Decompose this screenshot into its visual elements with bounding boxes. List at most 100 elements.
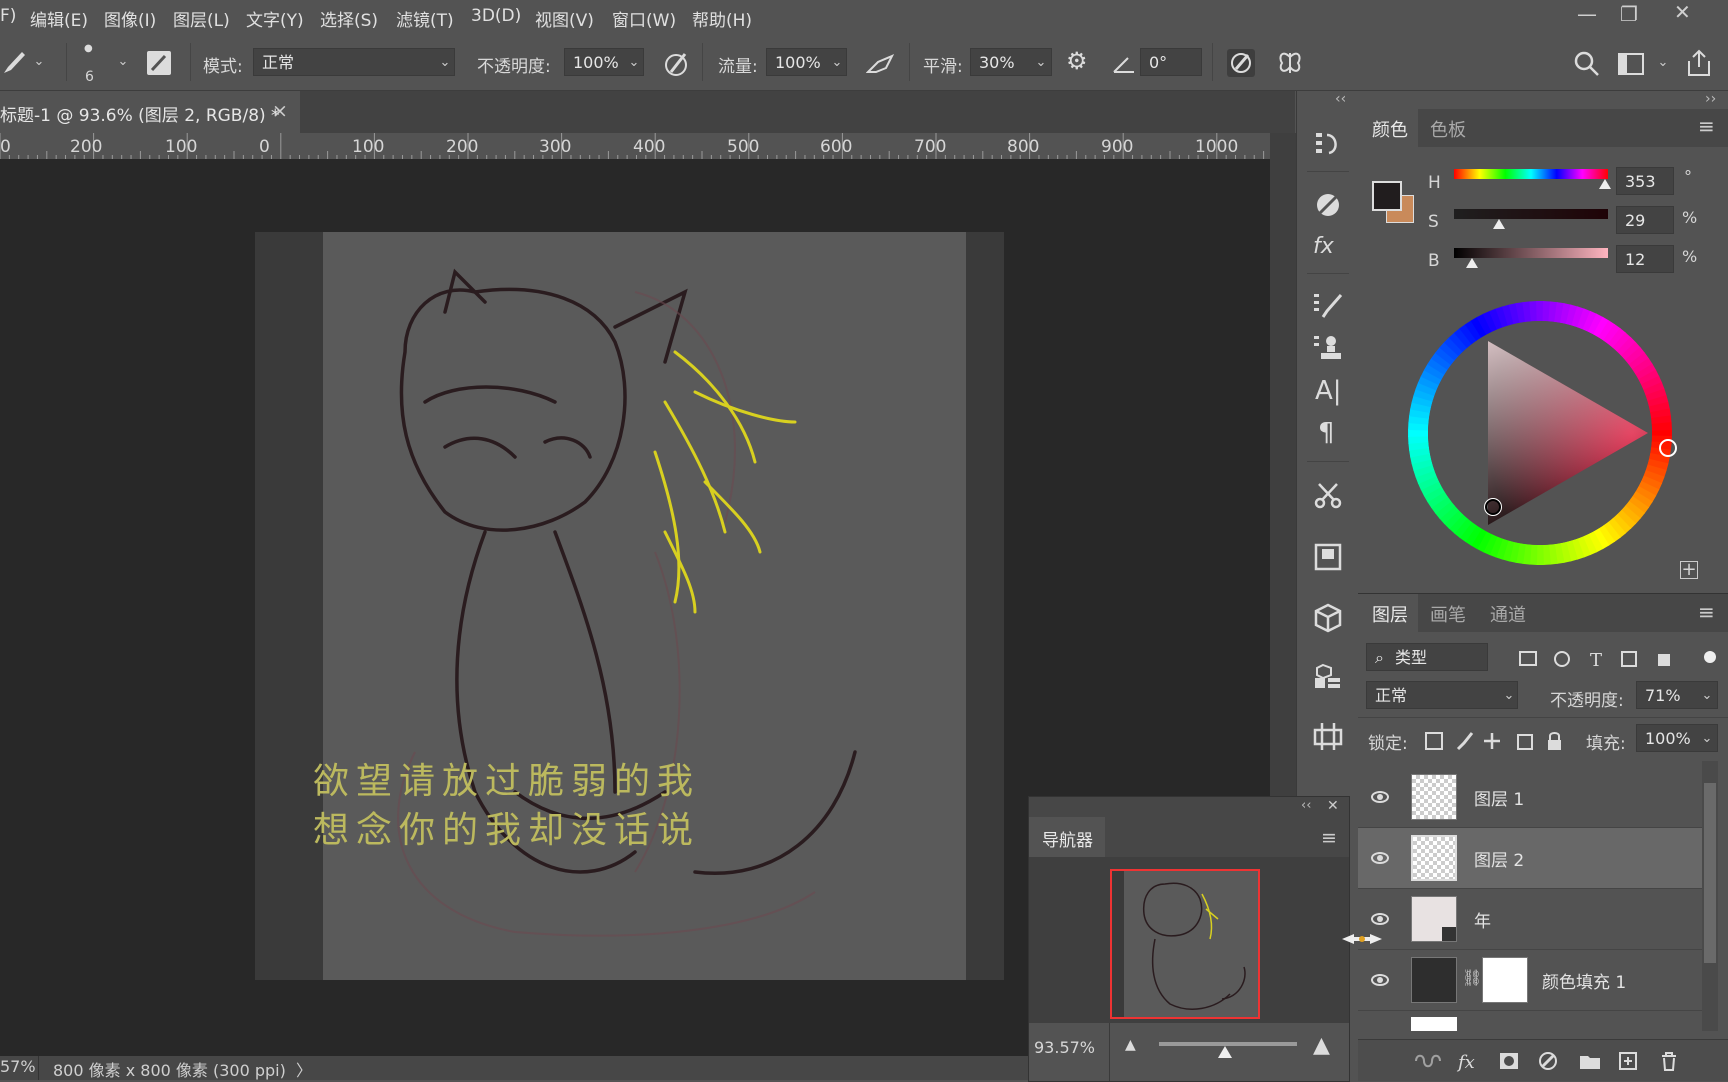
menu-window[interactable]: 窗口(W) xyxy=(612,6,676,31)
workspace-dropdown-icon[interactable]: ⌄ xyxy=(1652,49,1674,77)
menu-help[interactable]: 帮助(H) xyxy=(692,6,752,31)
layer-list-scrollbar[interactable] xyxy=(1702,761,1718,1031)
layers-panel-menu-icon[interactable]: ≡ xyxy=(1698,600,1715,624)
lock-all-icon[interactable] xyxy=(1548,740,1561,750)
menu-type[interactable]: 文字(Y) xyxy=(246,6,304,31)
color-wheel[interactable] xyxy=(1400,293,1680,573)
pressure-size-icon[interactable] xyxy=(1226,48,1256,78)
blend-mode-dropdown-icon[interactable]: ⌄ xyxy=(1498,682,1520,710)
navigator-view-box[interactable] xyxy=(1110,869,1260,1019)
paragraph-panel-icon[interactable]: ¶ xyxy=(1318,418,1335,448)
properties-panel-icon[interactable] xyxy=(1314,543,1342,571)
tool-presets-scissors-icon[interactable] xyxy=(1313,480,1343,510)
hue-slider[interactable] xyxy=(1454,169,1611,189)
navigator-zoom-thumb[interactable] xyxy=(1218,1046,1233,1058)
share-icon[interactable] xyxy=(1686,49,1712,77)
collapse-panels-icon[interactable]: ›› xyxy=(1705,91,1716,107)
layer-filter-select[interactable]: ⌕ 类型 xyxy=(1366,643,1488,671)
visibility-eye-icon[interactable] xyxy=(1371,913,1389,925)
hue-field[interactable]: 353 xyxy=(1616,167,1674,195)
fill-dropdown-icon[interactable]: ⌄ xyxy=(1696,725,1718,753)
zoom-out-mountain-icon[interactable]: ▲ xyxy=(1125,1037,1136,1053)
3d-cube-icon[interactable] xyxy=(1313,603,1343,633)
link-layers-icon[interactable] xyxy=(1415,1054,1441,1068)
restore-icon[interactable]: ❐ xyxy=(1620,2,1638,26)
layer-row-selected[interactable]: 图层 2 xyxy=(1358,828,1702,889)
color-panel-menu-icon[interactable]: ≡ xyxy=(1698,114,1715,138)
adjustments-icon[interactable] xyxy=(1314,191,1342,219)
clone-source-icon[interactable] xyxy=(1313,333,1343,363)
saturation-slider-thumb[interactable] xyxy=(1492,219,1505,229)
filter-adjustment-icon[interactable] xyxy=(1554,651,1570,667)
mode-dropdown-icon[interactable]: ⌄ xyxy=(434,49,456,77)
layer-blend-mode-select[interactable]: 正常 xyxy=(1366,681,1518,709)
menu-filter[interactable]: 滤镜(T) xyxy=(396,6,454,31)
visibility-eye-icon[interactable] xyxy=(1371,974,1389,986)
angle-field[interactable]: 0° xyxy=(1140,48,1202,76)
navigator-title[interactable]: 导航器 xyxy=(1042,826,1093,851)
layer-row[interactable]: 年 xyxy=(1358,889,1702,950)
layer-row[interactable]: 图层 1 xyxy=(1358,767,1702,828)
menu-edit[interactable]: 编辑(E) xyxy=(30,6,88,31)
tab-channels[interactable]: 通道 xyxy=(1490,601,1526,627)
airbrush-icon[interactable] xyxy=(866,52,896,76)
menu-image[interactable]: 图像(I) xyxy=(104,6,156,31)
filter-type-icon[interactable]: T xyxy=(1590,650,1602,669)
zoom-in-mountain-icon[interactable]: ▲ xyxy=(1313,1033,1330,1058)
styles-fx-icon[interactable]: fx xyxy=(1313,234,1334,259)
delete-layer-icon[interactable] xyxy=(1662,1052,1676,1071)
smoothing-settings-gear-icon[interactable]: ⚙ xyxy=(1066,47,1088,75)
visibility-eye-icon[interactable] xyxy=(1371,791,1389,803)
new-group-icon[interactable] xyxy=(1580,1056,1600,1069)
mask-link-icon[interactable]: ⛓ xyxy=(1462,968,1482,987)
lock-pixels-icon[interactable] xyxy=(1456,732,1474,751)
history-icon[interactable] xyxy=(1313,129,1343,159)
opacity-dropdown-icon[interactable]: ⌄ xyxy=(623,49,645,77)
navigator-collapse-icon[interactable]: ‹‹ xyxy=(1301,798,1311,813)
tool-preset-dropdown-icon[interactable]: ⌄ xyxy=(28,48,50,76)
menu-layer[interactable]: 图层(L) xyxy=(173,6,230,31)
saturation-slider[interactable] xyxy=(1454,209,1608,229)
menu-file[interactable]: F) xyxy=(0,6,16,26)
document-canvas[interactable]: 欲望请放过脆弱的我 想念你的我却没话说 xyxy=(255,232,1004,980)
smoothing-dropdown-icon[interactable]: ⌄ xyxy=(1030,49,1052,77)
brush-settings-icon[interactable] xyxy=(146,50,172,76)
tab-layers[interactable]: 图层 xyxy=(1372,601,1408,627)
menu-3d[interactable]: 3D(D) xyxy=(471,6,521,26)
navigator-menu-icon[interactable]: ≡ xyxy=(1321,827,1337,849)
lock-transparent-icon[interactable] xyxy=(1425,732,1443,750)
brightness-field[interactable]: 12 xyxy=(1616,245,1674,273)
brush-settings-panel-icon[interactable] xyxy=(1313,291,1343,321)
minimize-icon[interactable]: — xyxy=(1577,2,1597,26)
brush-preset-dropdown-icon[interactable]: ⌄ xyxy=(112,48,134,76)
mode-select[interactable]: 正常 xyxy=(253,48,455,76)
layer-opacity-dropdown-icon[interactable]: ⌄ xyxy=(1696,682,1718,710)
pressure-opacity-icon[interactable] xyxy=(663,50,691,78)
hue-slider-thumb[interactable] xyxy=(1599,179,1611,189)
navigator-close-icon[interactable]: ✕ xyxy=(1327,798,1339,814)
navigator-zoom-value[interactable]: 93.57% xyxy=(1034,1038,1095,1057)
add-layer-style-icon[interactable]: fx xyxy=(1456,1052,1475,1072)
document-tab-close-icon[interactable]: × xyxy=(272,100,288,122)
menu-select[interactable]: 选择(S) xyxy=(320,6,378,31)
navigator-zoom-slider[interactable] xyxy=(1159,1042,1297,1058)
search-icon[interactable] xyxy=(1574,51,1600,77)
menu-view[interactable]: 视图(V) xyxy=(535,6,594,31)
status-expand-arrow-icon[interactable]: 〉 xyxy=(296,1057,312,1081)
lock-position-icon[interactable] xyxy=(1484,733,1500,749)
brush-tool-icon[interactable] xyxy=(2,49,26,75)
workspace-icon[interactable] xyxy=(1618,53,1644,75)
foreground-color-swatch[interactable] xyxy=(1372,181,1402,211)
filter-toggle-icon[interactable] xyxy=(1704,651,1716,663)
tab-brushes[interactable]: 画笔 xyxy=(1430,601,1466,627)
flow-dropdown-icon[interactable]: ⌄ xyxy=(826,49,848,77)
navigator-preview-area[interactable] xyxy=(1029,857,1349,1023)
collapse-strip-icon[interactable]: ‹‹ xyxy=(1335,91,1346,107)
filter-shape-icon[interactable] xyxy=(1621,651,1637,667)
filter-pixel-icon[interactable] xyxy=(1519,651,1537,666)
color-panel-add-icon[interactable]: + xyxy=(1680,561,1698,579)
document-tab[interactable]: 标题-1 @ 93.6% (图层 2, RGB/8) * × xyxy=(0,91,300,133)
window-close-icon[interactable]: ✕ xyxy=(1674,0,1691,24)
saturation-field[interactable]: 29 xyxy=(1616,206,1674,234)
timeline-icon[interactable] xyxy=(1313,721,1343,751)
